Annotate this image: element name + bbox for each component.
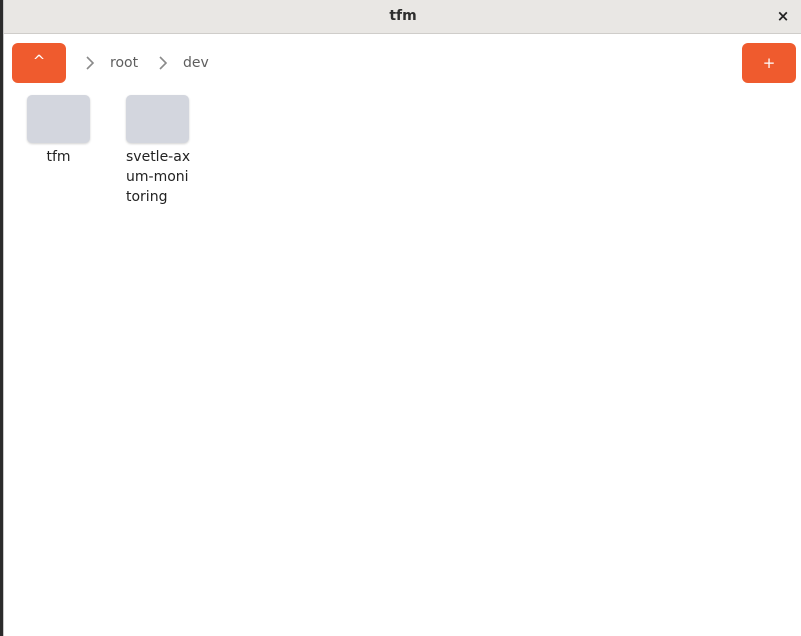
close-button[interactable]: × [772, 6, 794, 28]
close-icon: × [776, 7, 790, 25]
file-name: svetle-axum-monitoring [126, 149, 191, 205]
window-title: tfm [389, 8, 417, 24]
folder-icon [27, 95, 90, 143]
file-grid: tfm svetle-axum-monitoring [4, 90, 801, 636]
plus-icon: + [762, 54, 776, 72]
chevron-right-icon [159, 56, 168, 70]
folder-icon [126, 95, 189, 143]
file-item-svetle-axum-monitoring[interactable]: svetle-axum-monitoring [126, 95, 198, 207]
up-arrow-icon: ^ [32, 52, 46, 70]
toolbar: ^ root dev + [4, 34, 801, 90]
file-name: tfm [46, 149, 71, 165]
file-item-tfm[interactable]: tfm [27, 95, 99, 167]
chevron-right-icon [86, 56, 95, 70]
breadcrumb-root[interactable]: root [110, 53, 138, 73]
breadcrumb-dev[interactable]: dev [183, 53, 209, 73]
add-button[interactable]: + [742, 43, 796, 83]
parent-directory-button[interactable]: ^ [12, 43, 66, 83]
file-manager-window: tfm × ^ root dev + tfm svetle-axum-monit… [3, 0, 801, 636]
title-bar: tfm × [4, 0, 801, 34]
